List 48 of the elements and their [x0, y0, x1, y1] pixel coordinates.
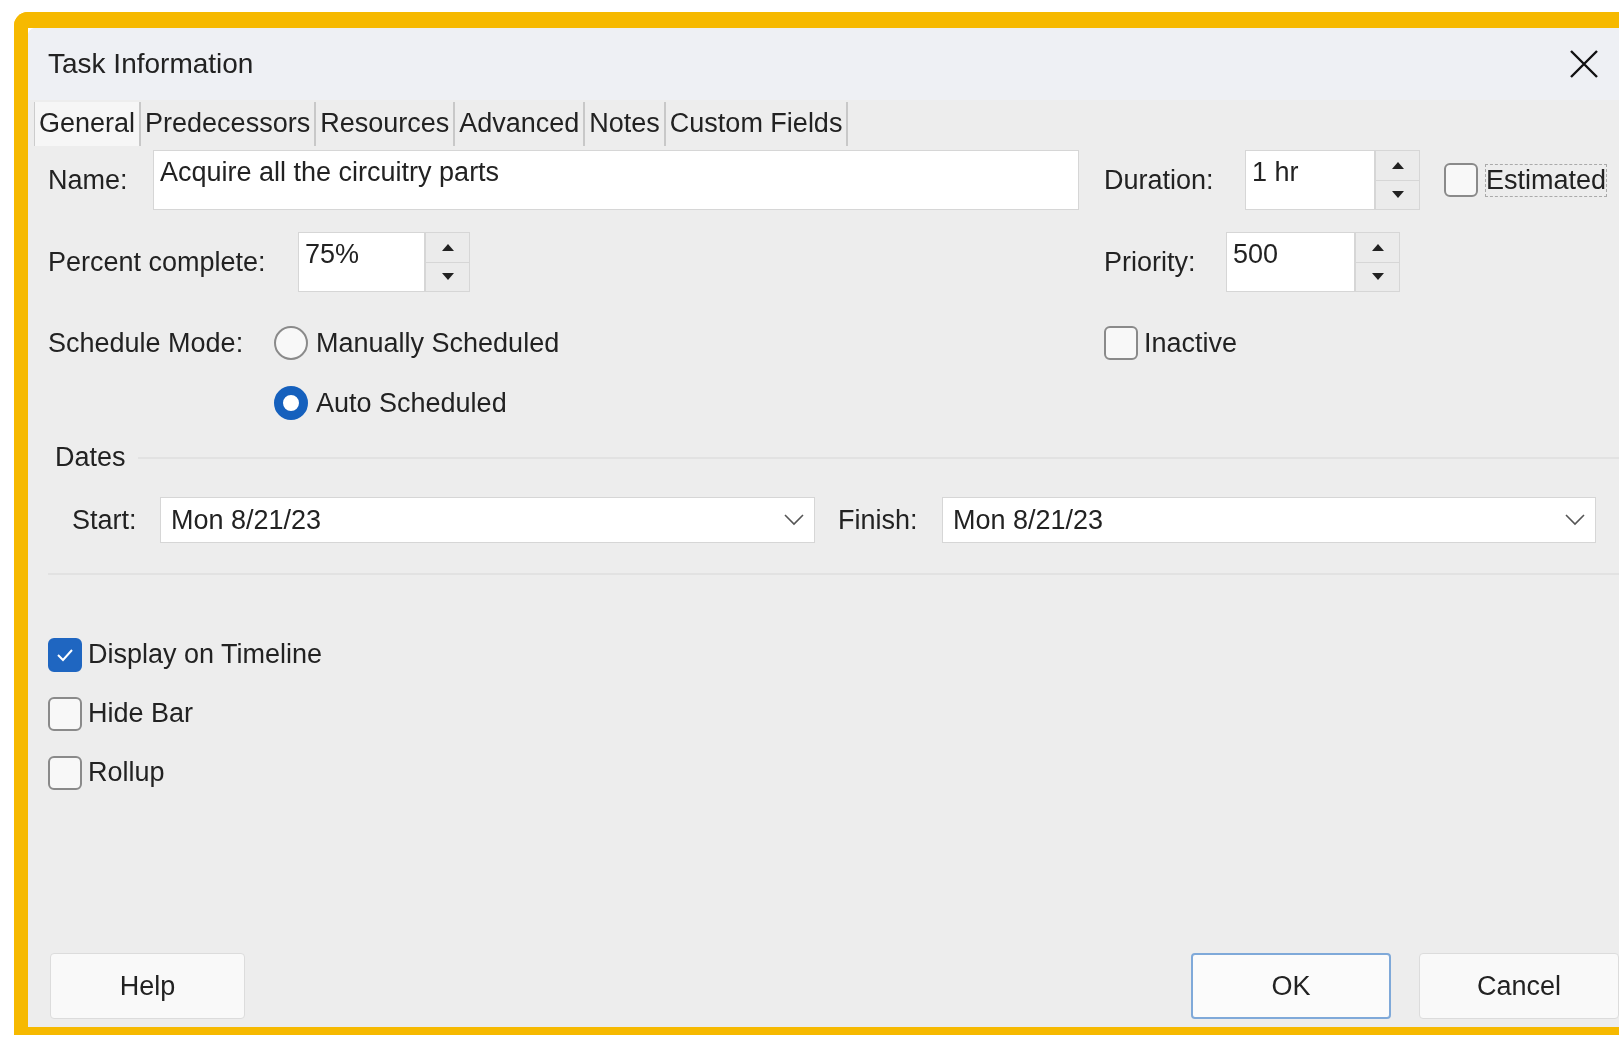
duration-field[interactable]: 1 hr [1245, 150, 1375, 210]
checkbox-label: Hide Bar [88, 698, 194, 729]
checkbox[interactable] [1444, 163, 1478, 197]
tab[interactable]: Notes [585, 102, 666, 146]
radio-label: Manually Scheduled [316, 327, 560, 359]
chevron-down-icon [1565, 514, 1585, 526]
triangle-up-icon [441, 243, 454, 252]
priority-field[interactable]: 500 [1226, 232, 1355, 292]
triangle-up-icon [1391, 161, 1404, 170]
triangle-down-icon [441, 272, 454, 281]
checkbox[interactable] [1104, 326, 1138, 360]
checkbox-label: Display on Timeline [88, 639, 323, 670]
field-label: Schedule Mode: [48, 327, 245, 359]
checkbox[interactable] [48, 755, 82, 790]
checkmark-icon [56, 647, 74, 662]
tab[interactable]: Custom Fields [665, 102, 849, 146]
dialog-button[interactable]: Cancel [1419, 953, 1619, 1019]
radio-button[interactable] [274, 326, 308, 360]
field-label: Percent complete: [48, 246, 267, 278]
close-icon[interactable] [1569, 49, 1599, 79]
group-title: Dates [55, 442, 126, 473]
field-label: Name: [48, 164, 129, 196]
window-title: Task Information [48, 48, 254, 80]
dialog-button[interactable]: OK [1191, 953, 1391, 1019]
tab[interactable]: Advanced [455, 102, 586, 146]
chevron-down-icon [784, 514, 804, 526]
radio-label: Auto Scheduled [316, 387, 507, 419]
field-label: Finish: [838, 504, 919, 536]
triangle-up-icon [1371, 243, 1384, 252]
date-dropdown[interactable]: Mon 8/21/23 [942, 497, 1596, 543]
checkbox-label: Rollup [88, 757, 165, 788]
date-dropdown[interactable]: Mon 8/21/23 [160, 497, 815, 543]
percent-field[interactable]: 75% [298, 232, 425, 292]
field-label: Start: [72, 504, 138, 536]
radio-button[interactable] [274, 386, 308, 420]
checkbox[interactable] [48, 696, 82, 731]
tab[interactable]: General [34, 102, 142, 146]
checkbox-label: Estimated [1486, 164, 1607, 196]
triangle-down-icon [1371, 272, 1384, 281]
triangle-down-icon [1391, 190, 1404, 199]
dialog-button[interactable]: Help [50, 953, 245, 1019]
name-field[interactable]: Acquire all the circuitry parts [153, 150, 1079, 210]
field-label: Priority: [1104, 246, 1197, 278]
checkbox-label: Inactive [1144, 327, 1238, 359]
tab[interactable]: Predecessors [141, 102, 317, 146]
field-label: Duration: [1104, 164, 1215, 196]
checkbox[interactable] [48, 637, 82, 672]
tab[interactable]: Resources [316, 102, 456, 146]
